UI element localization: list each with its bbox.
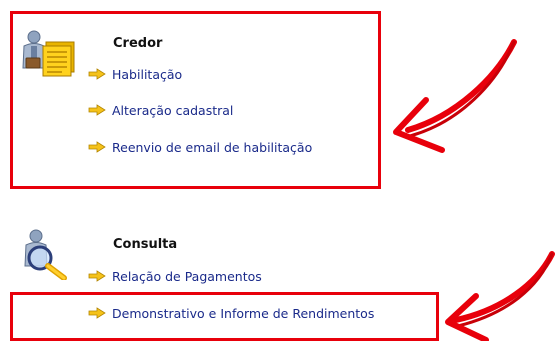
link-label: Alteração cadastral bbox=[112, 102, 234, 118]
link-habilitacao[interactable]: Habilitação bbox=[88, 65, 182, 83]
link-alteracao-cadastral[interactable]: Alteração cadastral bbox=[88, 101, 233, 119]
link-reenvio-email[interactable]: Reenvio de email de habilitação bbox=[88, 138, 312, 156]
yellow-arrow-icon bbox=[88, 270, 106, 282]
section-title-consulta: Consulta bbox=[113, 237, 178, 252]
link-relacao-pagamentos[interactable]: Relação de Pagamentos bbox=[88, 267, 262, 285]
yellow-arrow-icon bbox=[88, 104, 106, 116]
person-magnifier-icon bbox=[24, 229, 67, 280]
yellow-arrow-icon bbox=[88, 68, 106, 80]
red-hand-drawn-arrow-icon bbox=[393, 39, 517, 153]
yellow-arrow-icon bbox=[88, 141, 106, 153]
yellow-arrow-icon bbox=[88, 307, 106, 319]
link-label: Demonstrativo e Informe de Rendimentos bbox=[112, 305, 375, 321]
menu-canvas: Credor Habilitação Alteração cadastral R… bbox=[0, 0, 557, 341]
person-documents-icon bbox=[22, 30, 75, 77]
link-label: Habilitação bbox=[112, 66, 183, 82]
red-hand-drawn-arrow-icon bbox=[445, 251, 555, 341]
link-label: Relação de Pagamentos bbox=[112, 268, 262, 284]
link-demonstrativo-informe-rendimentos[interactable]: Demonstrativo e Informe de Rendimentos bbox=[88, 304, 374, 322]
link-label: Reenvio de email de habilitação bbox=[112, 139, 313, 155]
section-title-credor: Credor bbox=[113, 36, 163, 51]
